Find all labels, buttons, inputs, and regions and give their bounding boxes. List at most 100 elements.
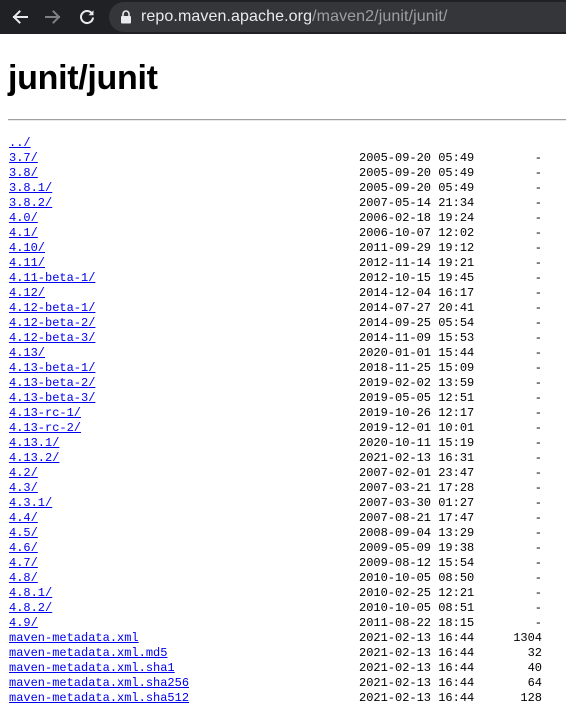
entry-date: 2014-07-27 20:41 bbox=[359, 301, 475, 315]
entry-link[interactable]: 4.12/ bbox=[9, 286, 45, 301]
page-title: junit/junit bbox=[8, 59, 158, 97]
entry-link[interactable]: 4.6/ bbox=[9, 541, 38, 556]
entry-link[interactable]: maven-metadata.xml.md5 bbox=[9, 646, 167, 661]
divider bbox=[8, 119, 566, 121]
entry-size: - bbox=[534, 181, 542, 195]
back-button[interactable] bbox=[9, 6, 31, 28]
entry-link[interactable]: maven-metadata.xml.sha256 bbox=[9, 676, 189, 691]
entry-date: 2007-05-14 21:34 bbox=[359, 196, 475, 210]
entry-size: - bbox=[534, 196, 542, 210]
entry-date: 2006-02-18 19:24 bbox=[359, 211, 475, 225]
list-item: 4.12/2014-12-04 16:17 - bbox=[9, 286, 566, 301]
list-item: 4.9/2011-08-22 18:15 - bbox=[9, 616, 566, 631]
arrow-left-icon bbox=[12, 10, 28, 24]
entry-date: 2010-02-25 12:21 bbox=[359, 586, 475, 600]
entry-link[interactable]: 4.13.1/ bbox=[9, 436, 59, 451]
url-path: /maven2/junit/junit/ bbox=[312, 8, 448, 25]
entry-link[interactable]: 4.3.1/ bbox=[9, 496, 52, 511]
entry-date: 2018-11-25 15:09 bbox=[359, 361, 475, 375]
list-item: 4.6/2009-05-09 19:38 - bbox=[9, 541, 566, 556]
entry-link[interactable]: 3.8.1/ bbox=[9, 181, 52, 196]
entry-link[interactable]: 4.2/ bbox=[9, 466, 38, 481]
entry-date: 2007-03-21 17:28 bbox=[359, 481, 475, 495]
entry-date: 2005-09-20 05:49 bbox=[359, 181, 475, 195]
entry-link[interactable]: 4.0/ bbox=[9, 211, 38, 226]
entry-link[interactable]: maven-metadata.xml bbox=[9, 631, 139, 646]
list-item: 3.8.1/2005-09-20 05:49 - bbox=[9, 181, 566, 196]
entry-link[interactable]: 4.13-beta-1/ bbox=[9, 361, 95, 376]
entry-date: 2020-01-01 15:44 bbox=[359, 346, 475, 360]
entry-link[interactable]: 4.11-beta-1/ bbox=[9, 271, 95, 286]
entry-link[interactable]: 4.13-rc-2/ bbox=[9, 421, 81, 436]
entry-link[interactable]: 3.8/ bbox=[9, 166, 38, 181]
entry-size: - bbox=[534, 601, 542, 615]
entry-size: - bbox=[534, 466, 542, 480]
entry-link[interactable]: 4.13/ bbox=[9, 346, 45, 361]
entry-size: - bbox=[534, 151, 542, 165]
entry-date: 2019-12-01 10:01 bbox=[359, 421, 475, 435]
entry-size: - bbox=[534, 421, 542, 435]
entry-link[interactable]: 4.13-beta-2/ bbox=[9, 376, 95, 391]
entry-link[interactable]: 4.8/ bbox=[9, 571, 38, 586]
list-item: 4.8.1/2010-02-25 12:21 - bbox=[9, 586, 566, 601]
entry-size: - bbox=[534, 436, 542, 450]
entry-size: - bbox=[534, 316, 542, 330]
parent-dir-row: ../ bbox=[9, 136, 566, 151]
entry-size: - bbox=[534, 211, 542, 225]
entry-link[interactable]: 4.4/ bbox=[9, 511, 38, 526]
entry-date: 2014-11-09 15:53 bbox=[359, 331, 475, 345]
entry-link[interactable]: 4.13.2/ bbox=[9, 451, 59, 466]
entry-size: - bbox=[534, 166, 542, 180]
entry-date: 2011-08-22 18:15 bbox=[359, 616, 475, 630]
parent-directory-link[interactable]: ../ bbox=[9, 136, 31, 151]
entry-link[interactable]: 4.12-beta-2/ bbox=[9, 316, 95, 331]
entry-size: - bbox=[534, 481, 542, 495]
list-item: 4.12-beta-3/2014-11-09 15:53 - bbox=[9, 331, 566, 346]
entry-link[interactable]: maven-metadata.xml.sha512 bbox=[9, 691, 189, 706]
list-item: 3.8.2/2007-05-14 21:34 - bbox=[9, 196, 566, 211]
entry-link[interactable]: 4.3/ bbox=[9, 481, 38, 496]
entry-link[interactable]: 4.13-beta-3/ bbox=[9, 391, 95, 406]
entry-size: - bbox=[534, 331, 542, 345]
entry-date: 2009-08-12 15:54 bbox=[359, 556, 475, 570]
reload-button[interactable] bbox=[76, 6, 98, 28]
address-bar[interactable]: repo.maven.apache.org/maven2/junit/junit… bbox=[109, 2, 566, 32]
entry-link[interactable]: 4.13-rc-1/ bbox=[9, 406, 81, 421]
entry-link[interactable]: 4.11/ bbox=[9, 256, 45, 271]
entry-date: 2007-02-01 23:47 bbox=[359, 466, 475, 480]
list-item: 4.13.1/2020-10-11 15:19 - bbox=[9, 436, 566, 451]
entry-date: 2006-10-07 12:02 bbox=[359, 226, 475, 240]
entry-link[interactable]: 3.7/ bbox=[9, 151, 38, 166]
list-item: 4.13-rc-1/2019-10-26 12:17 - bbox=[9, 406, 566, 421]
entry-link[interactable]: 4.12-beta-3/ bbox=[9, 331, 95, 346]
entry-link[interactable]: 4.5/ bbox=[9, 526, 38, 541]
list-item: 4.10/2011-09-29 19:12 - bbox=[9, 241, 566, 256]
url-text[interactable]: repo.maven.apache.org/maven2/junit/junit… bbox=[141, 8, 448, 26]
list-item: maven-metadata.xml.sha1 2021-02-13 16:44 4… bbox=[9, 661, 566, 676]
entry-date: 2021-02-13 16:44 bbox=[359, 631, 475, 645]
entry-size: - bbox=[534, 451, 542, 465]
list-item: maven-metadata.xml.sha256 2021-02-13 16:4… bbox=[9, 676, 566, 691]
entry-size: - bbox=[534, 286, 542, 300]
list-item: 3.8/2005-09-20 05:49 - bbox=[9, 166, 566, 181]
entry-link[interactable]: 4.1/ bbox=[9, 226, 38, 241]
entry-size: - bbox=[534, 376, 542, 390]
entry-size: - bbox=[534, 406, 542, 420]
list-item: 4.8/2010-10-05 08:50 - bbox=[9, 571, 566, 586]
forward-button[interactable] bbox=[42, 6, 64, 28]
list-item: 4.8.2/2010-10-05 08:51 - bbox=[9, 601, 566, 616]
entry-size: - bbox=[534, 496, 542, 510]
entry-link[interactable]: maven-metadata.xml.sha1 bbox=[9, 661, 175, 676]
entry-link[interactable]: 4.8.2/ bbox=[9, 601, 52, 616]
entry-link[interactable]: 4.10/ bbox=[9, 241, 45, 256]
entry-link[interactable]: 4.9/ bbox=[9, 616, 38, 631]
entry-date: 2021-02-13 16:44 bbox=[359, 691, 475, 705]
entry-link[interactable]: 4.12-beta-1/ bbox=[9, 301, 95, 316]
lock-icon[interactable] bbox=[120, 10, 132, 24]
entry-date: 2020-10-11 15:19 bbox=[359, 436, 475, 450]
entry-link[interactable]: 4.7/ bbox=[9, 556, 38, 571]
list-item: maven-metadata.xml.md5 2021-02-13 16:44 32 bbox=[9, 646, 566, 661]
entry-link[interactable]: 3.8.2/ bbox=[9, 196, 52, 211]
entry-link[interactable]: 4.8.1/ bbox=[9, 586, 52, 601]
url-host: repo.maven.apache.org bbox=[141, 8, 313, 25]
